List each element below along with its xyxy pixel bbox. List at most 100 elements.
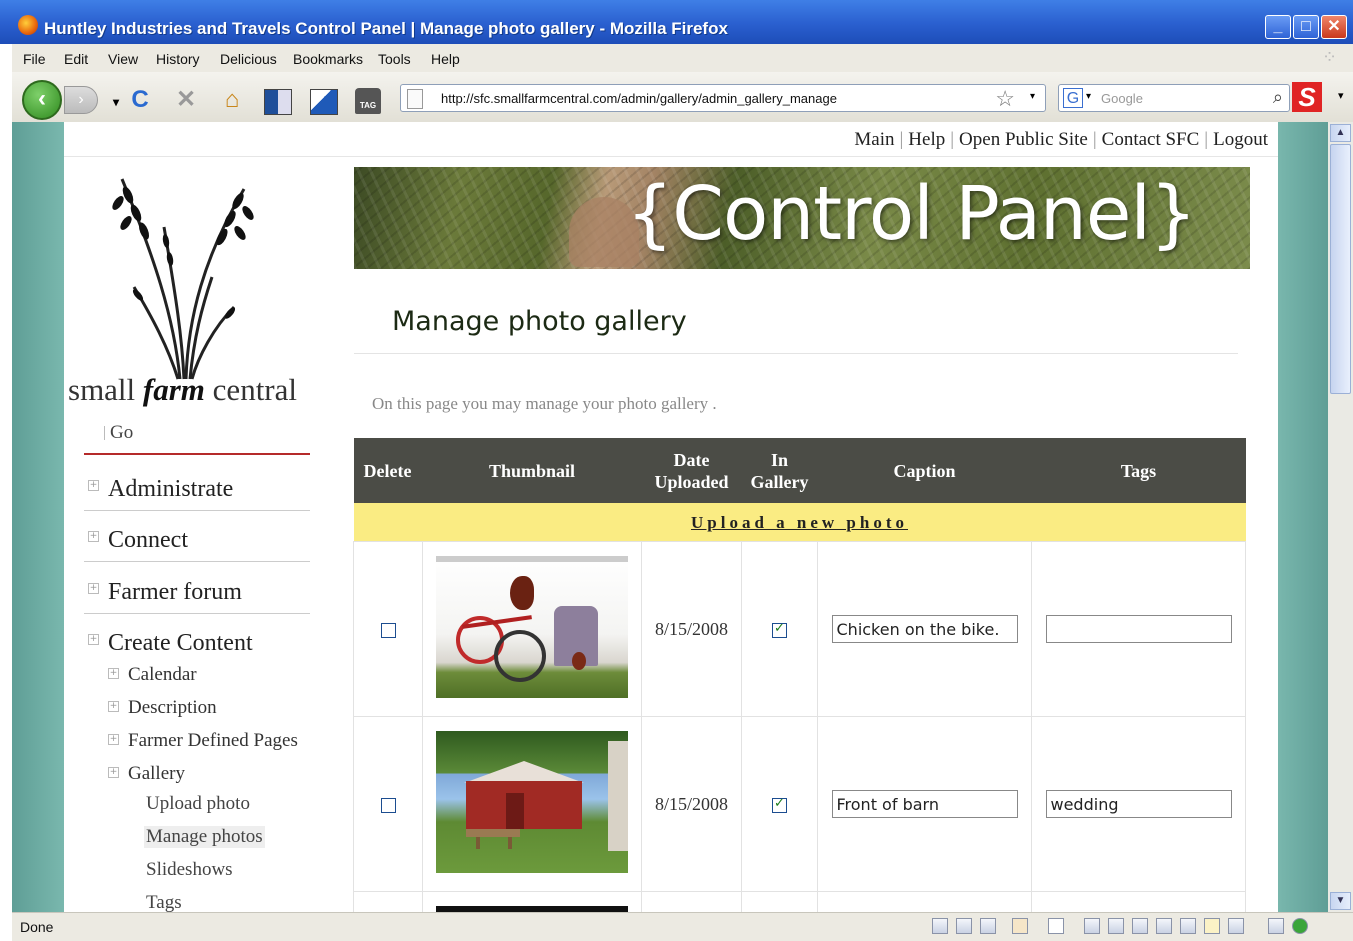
page-scrollbar[interactable]: ▲ ▼ [1328,122,1353,912]
red-barn-photo[interactable] [436,730,628,873]
link-help[interactable]: Help [908,129,945,150]
sidebar-item-manage-photos[interactable]: Manage photos [144,826,265,848]
expand-icon[interactable]: + [108,701,119,712]
sidebar-item-tags[interactable]: Tags [146,892,182,912]
sidebar-toggle-icon[interactable] [264,86,292,115]
menu-bookmarks[interactable]: Bookmarks [293,51,363,67]
addon-icon[interactable] [932,918,948,934]
menu-view[interactable]: View [108,51,138,67]
caption-input[interactable] [831,790,1018,818]
engine-dropdown-icon[interactable]: ▾ [1086,91,1091,102]
home-icon[interactable]: ⌂ [218,86,246,114]
menu-file[interactable]: File [23,51,46,67]
delete-checkbox[interactable] [380,622,396,638]
back-button[interactable]: ‹ [22,80,62,120]
search-icon[interactable]: ⌕ [1273,87,1283,108]
search-box[interactable]: G ▾ Google ⌕ [1058,84,1290,112]
title-divider [354,353,1238,354]
url-text: http://sfc.smallfarmcentral.com/admin/ga… [441,91,837,106]
top-divider [64,156,1278,157]
logo-wordmark[interactable]: small farm central [68,372,297,408]
upload-new-photo-link[interactable]: Upload a new photo [691,513,908,532]
collapse-icon[interactable]: + [108,767,119,778]
addon-icon[interactable] [1180,918,1196,934]
tag-icon[interactable]: TAG [354,86,382,114]
in-gallery-checkbox[interactable] [772,796,787,813]
google-engine-icon[interactable]: G [1063,88,1083,108]
in-gallery-checkbox[interactable] [772,621,787,638]
status-ok-icon[interactable] [1292,918,1308,934]
bookmark-star-icon[interactable]: ☆ [995,86,1015,112]
tags-input[interactable] [1045,790,1232,818]
expand-icon[interactable]: + [88,480,99,491]
menu-bar: File Edit View History Delicious Bookmar… [12,44,1353,72]
sidebar-item-slideshows[interactable]: Slideshows [146,859,233,881]
menu-edit[interactable]: Edit [64,51,88,67]
navigation-toolbar: ‹ › ▾ C ✕ ⌂ TAG http://sfc.smallfarmcent… [12,72,1353,123]
addon-icon[interactable] [1156,918,1172,934]
reload-icon[interactable]: C [126,86,154,114]
minimize-button[interactable]: _ [1265,15,1291,39]
chicken-on-bike-photo[interactable] [436,555,628,698]
search-placeholder: Google [1101,91,1143,106]
page-title: Manage photo gallery [392,306,687,337]
delete-checkbox[interactable] [380,797,396,813]
addon-icon[interactable] [1108,918,1124,934]
expand-icon[interactable]: + [108,734,119,745]
upload-row: Upload a new photo [353,503,1246,542]
address-bar[interactable]: http://sfc.smallfarmcentral.com/admin/ga… [400,84,1046,112]
sidebar-item-label: Farmer forum [108,579,242,605]
table-row: 8/15/2008 [353,716,1246,892]
toolbar-overflow-icon[interactable]: ▾ [1338,89,1344,102]
header-tags: Tags [1031,438,1246,503]
go-button[interactable]: Go [103,422,133,444]
link-contact-sfc[interactable]: Contact SFC [1102,129,1200,150]
caption-input[interactable] [831,615,1018,643]
header-in-gallery: In Gallery [741,438,818,503]
expand-icon[interactable]: + [88,531,99,542]
tags-input[interactable] [1045,615,1232,643]
expand-icon[interactable]: + [108,668,119,679]
addon-icon[interactable] [956,918,972,934]
link-main[interactable]: Main [854,129,894,150]
menu-history[interactable]: History [156,51,200,67]
delicious-bookmarks-icon[interactable] [310,86,338,115]
mail-icon[interactable] [980,918,996,934]
menu-delicious[interactable]: Delicious [220,51,277,67]
link-logout[interactable]: Logout [1213,129,1268,150]
forward-button[interactable]: › [64,86,98,114]
sidebar-item-label: Calendar [128,664,197,685]
firebug-icon[interactable] [1012,918,1028,934]
collapse-icon[interactable]: + [88,634,99,645]
notes-icon[interactable] [1204,918,1220,934]
wheat-logo-icon[interactable] [94,167,274,382]
menu-tools[interactable]: Tools [378,51,411,67]
addon-icon[interactable] [1084,918,1100,934]
tools-icon[interactable] [1268,918,1284,934]
scroll-down-arrow-icon[interactable]: ▼ [1330,892,1351,910]
throbber-icon: ⁘ [1322,47,1338,67]
scroll-thumb[interactable] [1330,144,1351,394]
stop-icon[interactable]: ✕ [172,86,200,114]
close-button[interactable]: ✕ [1321,15,1347,39]
table-header-row: Delete Thumbnail Date Uploaded In Gallery … [353,438,1246,503]
sidebar-item-label: Description [128,697,217,718]
url-dropdown-icon[interactable]: ▾ [1030,91,1035,102]
page-info-icon[interactable] [1048,918,1064,934]
top-links: Main | Help | Open Public Site | Contact SFC | L… [854,129,1268,150]
table-row: 8/15/2008 [353,541,1246,717]
expand-icon[interactable]: + [88,583,99,594]
sidebar-item-label: Create Content [108,630,253,656]
stumble-s-icon[interactable]: S [1292,82,1322,112]
chart-icon[interactable] [1228,918,1244,934]
save-icon[interactable] [1132,918,1148,934]
sidebar-item-label: Farmer Defined Pages [128,730,298,751]
scroll-up-arrow-icon[interactable]: ▲ [1330,124,1351,142]
window-title: Huntley Industries and Travels Control P… [44,19,728,38]
menu-help[interactable]: Help [431,51,460,67]
sidebar-item-upload-photo[interactable]: Upload photo [146,793,250,815]
maximize-button[interactable]: □ [1293,15,1319,39]
window-titlebar: Huntley Industries and Travels Control P… [0,0,1353,44]
link-open-public-site[interactable]: Open Public Site [959,129,1088,150]
status-text: Done [20,919,54,935]
